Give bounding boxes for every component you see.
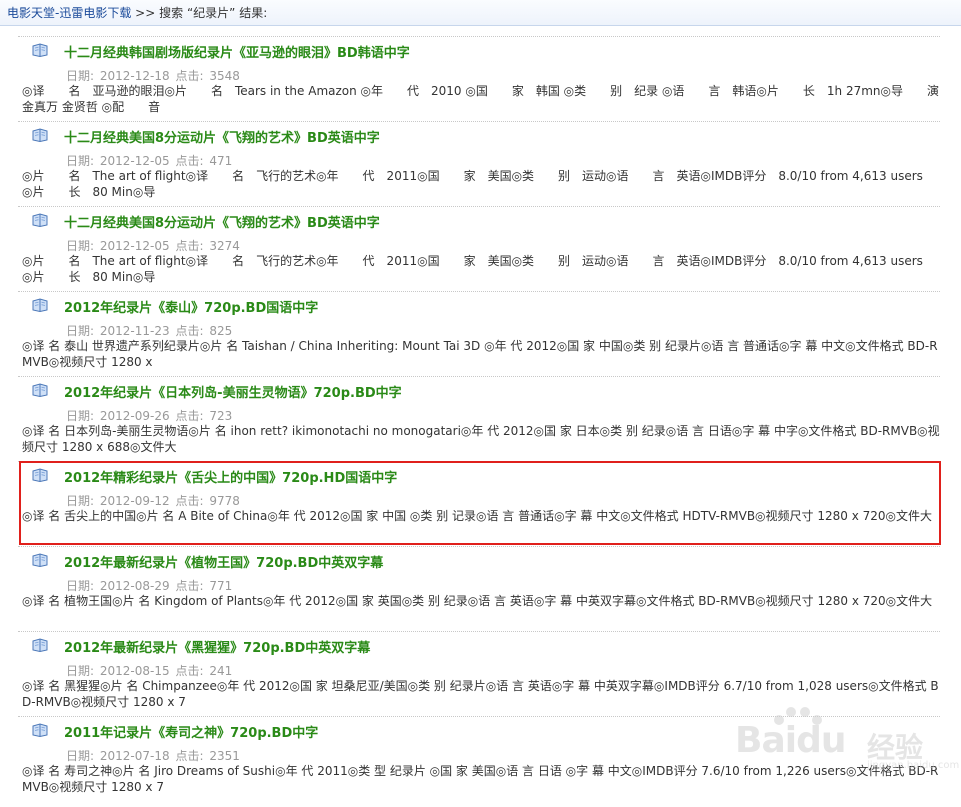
result-separator bbox=[18, 36, 940, 37]
result-description: ◎译 名 寿司之神◎片 名 Jiro Dreams of Sushi◎年 代 2… bbox=[22, 764, 939, 794]
result-separator bbox=[18, 376, 940, 377]
highlight-box bbox=[19, 461, 941, 545]
clicks-label: 点击: bbox=[175, 324, 204, 338]
date-label: 日期: bbox=[66, 579, 95, 593]
result-item: 2012年最新纪录片《植物王国》720p.BD中英双字幕 日期: 2012-08-… bbox=[0, 546, 961, 631]
clicks-label: 点击: bbox=[175, 409, 204, 423]
result-meta: 日期: 2012-09-26 点击: 723 bbox=[66, 407, 234, 424]
result-meta: 日期: 2012-07-18 点击: 2351 bbox=[66, 747, 242, 764]
date-value: 2012-08-15 bbox=[99, 664, 170, 678]
book-icon bbox=[32, 298, 48, 312]
clicks-value: 825 bbox=[209, 324, 233, 338]
clicks-label: 点击: bbox=[175, 69, 204, 83]
breadcrumb: 电影天堂-迅雷电影下载 >> 搜索 “纪录片” 结果: bbox=[0, 0, 961, 26]
result-description: ◎片 名 The art of flight◎译 名 飞行的艺术◎年 代 201… bbox=[22, 169, 935, 199]
result-meta: 日期: 2012-12-05 点击: 3274 bbox=[66, 237, 242, 254]
breadcrumb-home-link[interactable]: 电影天堂-迅雷电影下载 bbox=[7, 6, 131, 20]
result-separator bbox=[18, 716, 940, 717]
date-value: 2012-09-26 bbox=[99, 409, 170, 423]
clicks-value: 471 bbox=[209, 154, 233, 168]
clicks-label: 点击: bbox=[175, 749, 204, 763]
date-label: 日期: bbox=[66, 749, 95, 763]
book-icon bbox=[32, 213, 48, 227]
date-value: 2012-12-05 bbox=[99, 239, 170, 253]
clicks-value: 771 bbox=[209, 579, 233, 593]
result-item: 十二月经典美国8分运动片《飞翔的艺术》BD英语中字 日期: 2012-12-05 … bbox=[0, 206, 961, 291]
result-description: ◎译 名 植物王国◎片 名 Kingdom of Plants◎年 代 2012… bbox=[22, 594, 933, 608]
clicks-value: 2351 bbox=[209, 749, 240, 763]
result-separator bbox=[18, 631, 940, 632]
result-meta: 日期: 2012-08-29 点击: 771 bbox=[66, 577, 234, 594]
result-description: ◎译 名 泰山 世界遗产系列纪录片◎片 名 Taishan / China In… bbox=[22, 339, 938, 369]
result-title-link[interactable]: 2011年记录片《寿司之神》720p.BD中字 bbox=[64, 722, 318, 741]
clicks-label: 点击: bbox=[175, 154, 204, 168]
result-description: ◎片 名 The art of flight◎译 名 飞行的艺术◎年 代 201… bbox=[22, 254, 935, 284]
book-icon bbox=[32, 553, 48, 567]
breadcrumb-search-suffix: 结果: bbox=[239, 6, 268, 20]
result-item: 2012年纪录片《泰山》720p.BD国语中字 日期: 2012-11-23 点击… bbox=[0, 291, 961, 376]
search-results-page: 电影天堂-迅雷电影下载 >> 搜索 “纪录片” 结果: 十二月经典韩国剧场版纪录… bbox=[0, 0, 961, 807]
result-title-link[interactable]: 十二月经典美国8分运动片《飞翔的艺术》BD英语中字 bbox=[64, 212, 380, 231]
clicks-value: 3274 bbox=[209, 239, 240, 253]
result-item: 2011年记录片《寿司之神》720p.BD中字 日期: 2012-07-18 点击… bbox=[0, 716, 961, 801]
date-value: 2012-11-23 bbox=[99, 324, 170, 338]
clicks-label: 点击: bbox=[175, 664, 204, 678]
date-value: 2012-08-29 bbox=[99, 579, 170, 593]
date-label: 日期: bbox=[66, 324, 95, 338]
date-label: 日期: bbox=[66, 409, 95, 423]
result-item: 十二月经典美国8分运动片《飞翔的艺术》BD英语中字 日期: 2012-12-05 … bbox=[0, 121, 961, 206]
date-value: 2012-12-05 bbox=[99, 154, 170, 168]
result-item: 十二月经典韩国剧场版纪录片《亚马逊的眼泪》BD韩语中字 日期: 2012-12-1… bbox=[0, 36, 961, 121]
clicks-label: 点击: bbox=[175, 239, 204, 253]
breadcrumb-separator: >> bbox=[135, 6, 156, 20]
clicks-value: 723 bbox=[209, 409, 233, 423]
result-description: ◎译 名 亚马逊的眼泪◎片 名 Tears in the Amazon ◎年 代… bbox=[22, 84, 951, 114]
book-icon bbox=[32, 128, 48, 142]
clicks-value: 3548 bbox=[209, 69, 240, 83]
result-description: ◎译 名 日本列岛-美丽生灵物语◎片 名 ihon rett? ikimonot… bbox=[22, 424, 940, 454]
date-value: 2012-12-18 bbox=[99, 69, 170, 83]
breadcrumb-search-prefix: 搜索 bbox=[159, 6, 184, 20]
result-meta: 日期: 2012-11-23 点击: 825 bbox=[66, 322, 234, 339]
result-item: 2012年纪录片《日本列岛-美丽生灵物语》720p.BD中字 日期: 2012-0… bbox=[0, 376, 961, 461]
result-title-link[interactable]: 十二月经典美国8分运动片《飞翔的艺术》BD英语中字 bbox=[64, 127, 380, 146]
result-separator bbox=[18, 291, 940, 292]
result-title-link[interactable]: 2012年最新纪录片《植物王国》720p.BD中英双字幕 bbox=[64, 552, 383, 571]
result-title-link[interactable]: 十二月经典韩国剧场版纪录片《亚马逊的眼泪》BD韩语中字 bbox=[64, 42, 410, 61]
result-item: 2012年最新纪录片《黑猩猩》720p.BD中英双字幕 日期: 2012-08-1… bbox=[0, 631, 961, 716]
result-meta: 日期: 2012-08-15 点击: 241 bbox=[66, 662, 234, 679]
result-meta: 日期: 2012-12-18 点击: 3548 bbox=[66, 67, 242, 84]
result-title-link[interactable]: 2012年纪录片《日本列岛-美丽生灵物语》720p.BD中字 bbox=[64, 382, 402, 401]
result-separator bbox=[18, 206, 940, 207]
book-icon bbox=[32, 383, 48, 397]
result-separator bbox=[18, 121, 940, 122]
date-label: 日期: bbox=[66, 239, 95, 253]
result-description: ◎译 名 黑猩猩◎片 名 Chimpanzee◎年 代 2012◎国 家 坦桑尼… bbox=[22, 679, 939, 709]
book-icon bbox=[32, 638, 48, 652]
result-title-link[interactable]: 2012年最新纪录片《黑猩猩》720p.BD中英双字幕 bbox=[64, 637, 370, 656]
clicks-label: 点击: bbox=[175, 579, 204, 593]
date-value: 2012-07-18 bbox=[99, 749, 170, 763]
date-label: 日期: bbox=[66, 154, 95, 168]
result-separator bbox=[18, 546, 940, 547]
result-meta: 日期: 2012-12-05 点击: 471 bbox=[66, 152, 234, 169]
result-title-link[interactable]: 2012年纪录片《泰山》720p.BD国语中字 bbox=[64, 297, 318, 316]
date-label: 日期: bbox=[66, 69, 95, 83]
clicks-value: 241 bbox=[209, 664, 233, 678]
book-icon bbox=[32, 43, 48, 57]
date-label: 日期: bbox=[66, 664, 95, 678]
breadcrumb-search-term: “纪录片” bbox=[186, 6, 236, 20]
book-icon bbox=[32, 723, 48, 737]
